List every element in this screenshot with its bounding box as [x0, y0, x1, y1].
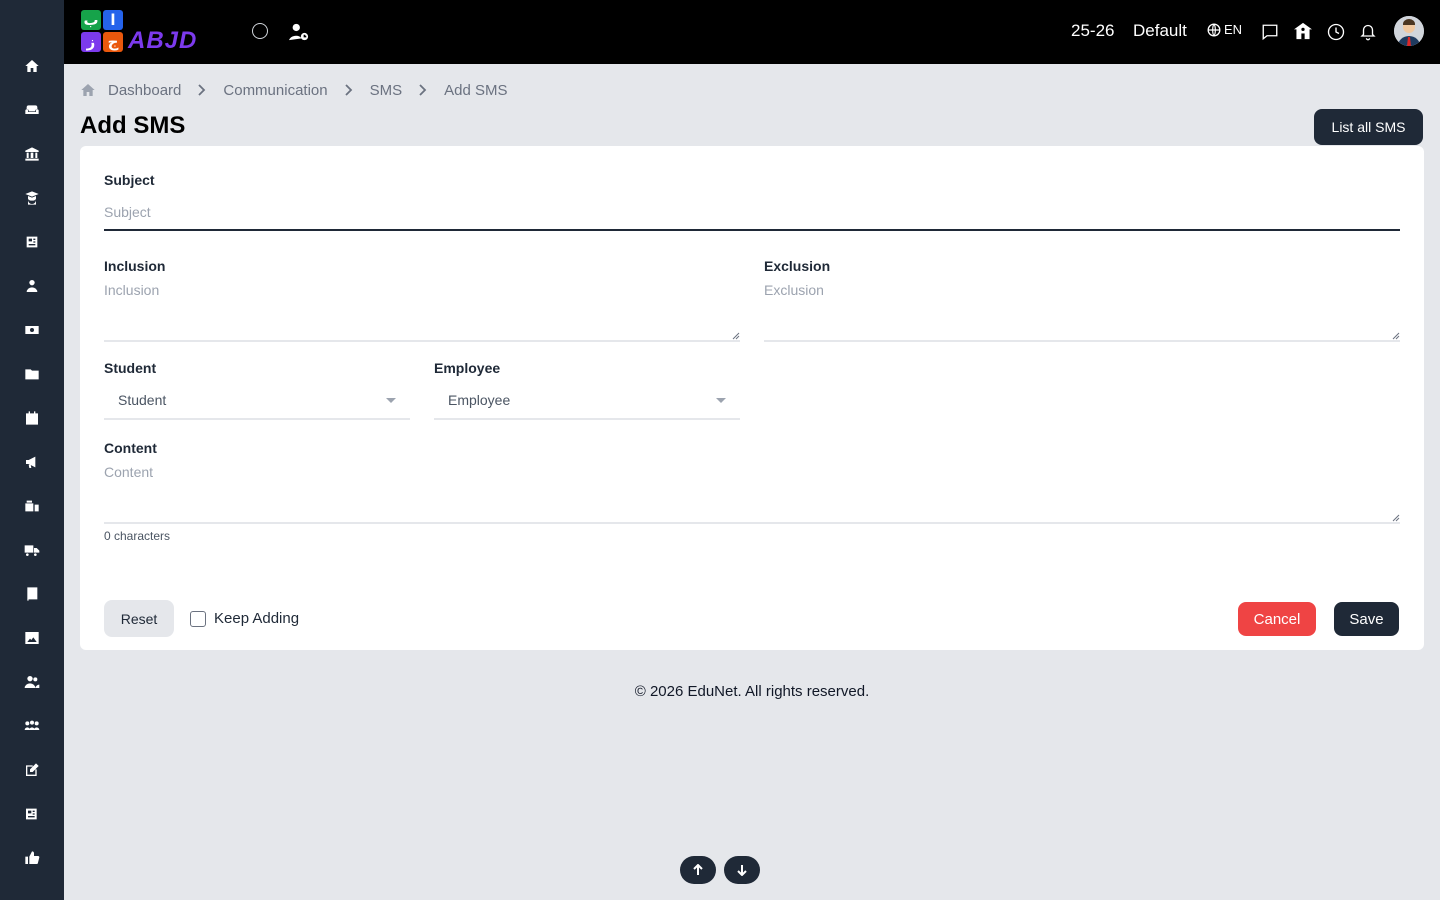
calendar-icon[interactable]	[22, 408, 42, 428]
money-icon[interactable]	[22, 320, 42, 340]
folder-icon[interactable]	[22, 364, 42, 384]
inventory-icon[interactable]	[22, 496, 42, 516]
scroll-down-button[interactable]	[724, 856, 760, 884]
breadcrumb-communication[interactable]: Communication	[223, 82, 327, 99]
save-button[interactable]: Save	[1334, 602, 1399, 636]
school-icon[interactable]	[1293, 22, 1313, 40]
bank-icon[interactable]	[22, 144, 42, 164]
arrow-down-icon	[737, 865, 747, 876]
chevron-right-icon	[418, 84, 428, 96]
sms-form: Subject Inclusion Exclusion Student Stud…	[80, 146, 1424, 650]
character-count: 0 characters	[104, 529, 171, 543]
teacher-icon[interactable]	[22, 276, 42, 296]
image-icon[interactable]	[22, 628, 42, 648]
logo-text: ABJD	[128, 27, 198, 54]
student-select[interactable]: Student	[104, 382, 410, 420]
student-select-value: Student	[118, 392, 167, 408]
graduate-icon[interactable]	[22, 188, 42, 208]
breadcrumb-dashboard[interactable]: Dashboard	[108, 82, 181, 99]
resize-grip-icon[interactable]	[1392, 514, 1400, 522]
top-bar: ب ا ز ج ABJD 25-26 Default EN	[64, 0, 1440, 64]
logo[interactable]: ب ا ز ج ABJD	[80, 8, 224, 58]
reset-button[interactable]: Reset	[104, 600, 174, 637]
exclusion-textarea[interactable]	[764, 282, 1400, 338]
employee-select-value: Employee	[448, 392, 511, 408]
page-title: Add SMS	[80, 112, 186, 139]
truck-icon[interactable]	[22, 540, 42, 560]
breadcrumb: Dashboard Communication SMS Add SMS	[80, 80, 508, 100]
employee-select[interactable]: Employee	[434, 382, 740, 420]
caret-down-icon	[716, 398, 726, 403]
inclusion-label: Inclusion	[104, 258, 166, 274]
breadcrumb-current: Add SMS	[444, 81, 508, 99]
language-selector[interactable]: EN	[1207, 22, 1242, 37]
avatar[interactable]	[1394, 16, 1424, 46]
cancel-button[interactable]: Cancel	[1238, 602, 1316, 636]
news-icon[interactable]	[22, 804, 42, 824]
resize-grip-icon[interactable]	[1392, 332, 1400, 340]
chevron-right-icon	[344, 84, 354, 96]
employee-label: Employee	[434, 360, 501, 376]
content-textarea[interactable]	[104, 464, 1400, 520]
thumbs-up-icon[interactable]	[22, 848, 42, 868]
user-clock-icon[interactable]	[288, 22, 310, 42]
list-all-sms-button[interactable]: List all SMS	[1314, 109, 1423, 145]
caret-down-icon	[386, 398, 396, 403]
chevron-right-icon	[197, 84, 207, 96]
clock-icon[interactable]	[1327, 23, 1345, 41]
edit-icon[interactable]	[22, 760, 42, 780]
status-circle-icon[interactable]	[252, 23, 268, 39]
subject-underline	[104, 229, 1400, 231]
keep-adding-label[interactable]: Keep Adding	[214, 610, 299, 627]
book-icon[interactable]	[22, 584, 42, 604]
group-icon[interactable]	[22, 716, 42, 736]
language-label: EN	[1224, 22, 1243, 37]
scroll-up-button[interactable]	[680, 856, 716, 884]
content-label: Content	[104, 440, 157, 456]
globe-icon	[1207, 23, 1221, 36]
content-underline	[104, 522, 1400, 524]
profile-selector[interactable]: Default	[1133, 21, 1187, 41]
megaphone-icon[interactable]	[22, 452, 42, 472]
exclusion-underline	[764, 340, 1400, 342]
exclusion-label: Exclusion	[764, 258, 831, 274]
sidebar	[0, 0, 64, 900]
subject-label: Subject	[104, 172, 155, 188]
sofa-icon[interactable]	[22, 100, 42, 120]
inclusion-textarea[interactable]	[104, 282, 740, 338]
users-icon[interactable]	[22, 672, 42, 692]
subject-input[interactable]	[104, 202, 1400, 222]
newspaper-icon[interactable]	[22, 232, 42, 252]
home-icon[interactable]	[22, 56, 42, 76]
session-selector[interactable]: 25-26	[1071, 21, 1114, 41]
resize-grip-icon[interactable]	[732, 332, 740, 340]
arrow-up-icon	[693, 864, 703, 875]
student-label: Student	[104, 360, 157, 376]
breadcrumb-sms[interactable]: SMS	[370, 82, 403, 99]
inclusion-underline	[104, 340, 740, 342]
footer-copyright: © 2026 EduNet. All rights reserved.	[634, 683, 870, 700]
chat-icon[interactable]	[1261, 23, 1279, 41]
bell-icon[interactable]	[1359, 22, 1377, 41]
keep-adding-checkbox[interactable]	[190, 611, 206, 627]
home-icon[interactable]	[80, 82, 96, 98]
